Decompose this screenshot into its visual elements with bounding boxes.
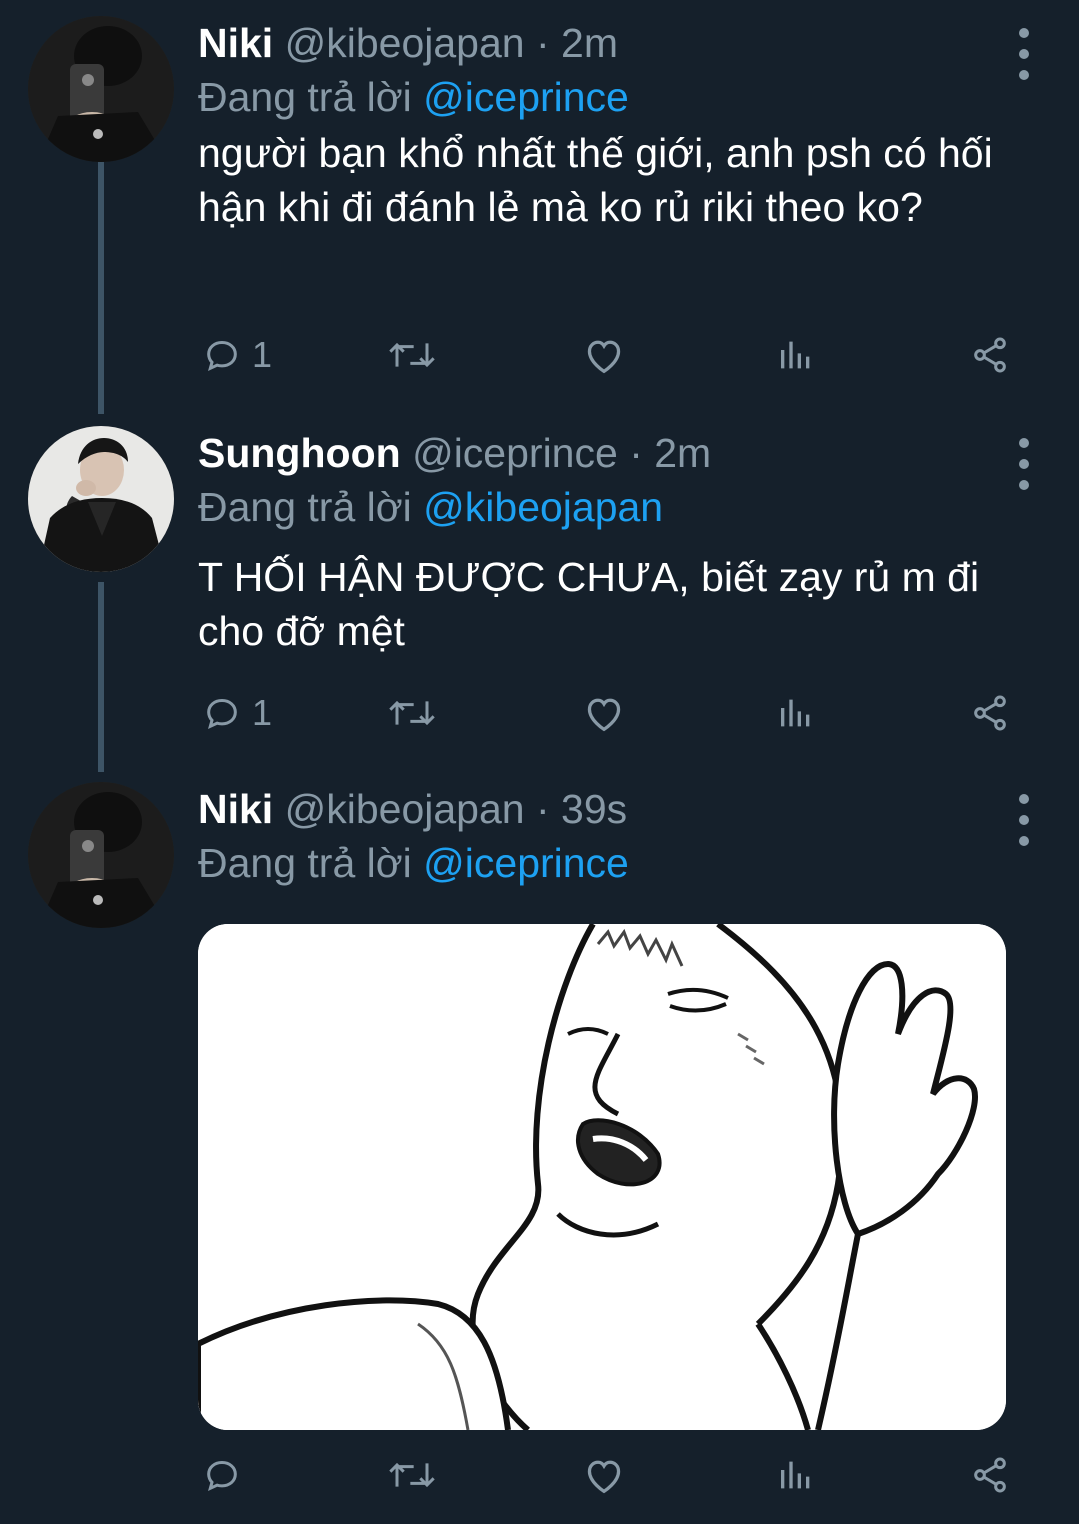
reply-button[interactable]: 1 — [202, 330, 272, 380]
analytics-icon — [781, 341, 810, 369]
tweet-header: Niki @kibeojapan · 2m — [198, 16, 618, 70]
reply-count: 1 — [252, 692, 273, 733]
retweet-button[interactable] — [386, 1450, 438, 1500]
tweet-header: Niki @kibeojapan · 39s — [198, 782, 627, 836]
separator-dot: · — [535, 20, 550, 66]
display-name[interactable]: Niki — [198, 786, 273, 832]
reply-count: 1 — [252, 334, 273, 375]
heart-icon — [587, 698, 621, 732]
tweet-header: Sunghoon @iceprince · 2m — [198, 426, 711, 480]
avatar[interactable] — [28, 16, 174, 162]
share-button[interactable] — [968, 688, 1012, 738]
tweet[interactable]: Niki @kibeojapan · 39s Đang trả lời @ice… — [0, 782, 1079, 1512]
reply-icon — [207, 340, 237, 372]
share-icon — [974, 695, 1006, 731]
more-vertical-icon[interactable] — [1017, 28, 1031, 80]
tweet-media-image[interactable] — [198, 924, 1006, 1430]
analytics-button[interactable] — [776, 330, 816, 380]
share-button[interactable] — [968, 330, 1012, 380]
retweet-icon — [389, 342, 435, 368]
user-handle[interactable]: @kibeojapan — [285, 786, 525, 832]
retweet-icon — [389, 1462, 435, 1488]
share-icon — [974, 1457, 1006, 1493]
analytics-icon — [781, 699, 810, 727]
user-handle[interactable]: @kibeojapan — [285, 20, 525, 66]
display-name[interactable]: Sunghoon — [198, 430, 401, 476]
share-button[interactable] — [968, 1450, 1012, 1500]
analytics-button[interactable] — [776, 688, 816, 738]
tweet-actions: 1 — [198, 688, 1018, 738]
reply-icon — [207, 1460, 237, 1492]
replying-prefix: Đang trả lời — [198, 74, 412, 120]
replying-to: Đang trả lời @kibeojapan — [198, 480, 663, 534]
profile-photo-icon — [28, 782, 174, 928]
display-name[interactable]: Niki — [198, 20, 273, 66]
timestamp[interactable]: 2m — [561, 20, 618, 66]
timestamp[interactable]: 39s — [561, 786, 627, 832]
reply-button[interactable]: 1 — [202, 688, 272, 738]
more-vertical-icon[interactable] — [1017, 794, 1031, 846]
reply-button[interactable] — [202, 1450, 242, 1500]
profile-photo-icon — [28, 16, 174, 162]
analytics-button[interactable] — [776, 1450, 816, 1500]
avatar[interactable] — [28, 782, 174, 928]
more-vertical-icon[interactable] — [1017, 438, 1031, 490]
mention-link[interactable]: @iceprince — [423, 74, 629, 120]
replying-prefix: Đang trả lời — [198, 484, 412, 530]
heart-icon — [587, 1460, 621, 1494]
avatar[interactable] — [28, 426, 174, 572]
tweet-text: người bạn khổ nhất thế giới, anh psh có … — [198, 130, 993, 230]
tweet[interactable]: Sunghoon @iceprince · 2m Đang trả lời @k… — [0, 426, 1079, 756]
timestamp[interactable]: 2m — [654, 430, 711, 476]
tweet-actions — [198, 1450, 1018, 1500]
share-icon — [974, 337, 1006, 373]
like-button[interactable] — [582, 1450, 626, 1500]
replying-prefix: Đang trả lời — [198, 840, 412, 886]
retweet-button[interactable] — [386, 688, 438, 738]
replying-to: Đang trả lời @iceprince — [198, 70, 629, 124]
tweet-text: T HỐI HẬN ĐƯỢC CHƯA, biết zạy rủ m đi ch… — [198, 554, 980, 654]
separator-dot: · — [629, 430, 643, 476]
retweet-button[interactable] — [386, 330, 438, 380]
mention-link[interactable]: @kibeojapan — [423, 484, 663, 530]
like-button[interactable] — [582, 688, 626, 738]
analytics-icon — [781, 1461, 810, 1489]
replying-to: Đang trả lời @iceprince — [198, 836, 629, 890]
user-handle[interactable]: @iceprince — [412, 430, 618, 476]
mention-link[interactable]: @iceprince — [423, 840, 629, 886]
tweet[interactable]: Niki @kibeojapan · 2m Đang trả lời @icep… — [0, 16, 1079, 406]
like-button[interactable] — [582, 330, 626, 380]
separator-dot: · — [535, 786, 550, 832]
meme-face-illustration — [198, 924, 1006, 1430]
retweet-icon — [389, 700, 435, 726]
tweet-actions: 1 — [198, 330, 1018, 380]
reply-icon — [207, 698, 237, 730]
heart-icon — [587, 340, 621, 374]
profile-photo-icon — [28, 426, 174, 572]
